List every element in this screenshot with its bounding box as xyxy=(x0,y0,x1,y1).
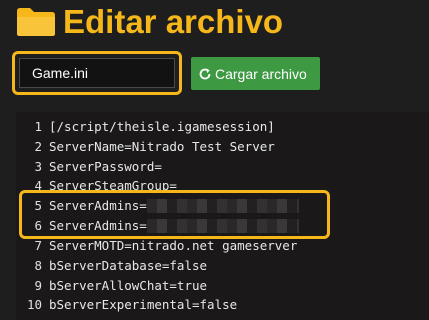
line-text: [/script/theisle.igamesession] xyxy=(49,119,275,134)
line-text: ServerAdmins= xyxy=(49,218,147,233)
line-text: ServerMOTD=nitrado.net gameserver xyxy=(49,238,298,253)
code-line: 1 [/script/theisle.igamesession] xyxy=(16,117,429,137)
code-line: 4 ServerSteamGroup= xyxy=(16,176,429,196)
page-title: Editar archivo xyxy=(63,3,284,40)
line-number: 8 xyxy=(34,258,42,273)
line-number: 9 xyxy=(34,278,42,293)
code-line: 7 ServerMOTD=nitrado.net gameserver xyxy=(16,236,429,256)
code-line: 3 ServerPassword= xyxy=(16,157,429,177)
file-name-input[interactable] xyxy=(19,58,175,88)
folder-icon xyxy=(17,8,55,36)
line-number: 2 xyxy=(34,139,42,154)
code-line: 9 bServerAllowChat=true xyxy=(16,276,429,296)
line-number: 3 xyxy=(34,159,42,174)
line-text: ServerAdmins= xyxy=(49,198,147,213)
refresh-icon xyxy=(199,68,211,79)
line-number: 5 xyxy=(34,198,42,213)
code-line: 5 ServerAdmins= xyxy=(16,196,429,216)
load-file-button[interactable]: Cargar archivo xyxy=(191,57,320,90)
line-number: 1 xyxy=(34,119,42,134)
line-number: 10 xyxy=(26,297,42,312)
line-text: bServerExperimental=false xyxy=(49,297,238,312)
page-header: Editar archivo xyxy=(0,0,429,48)
line-text: bServerAllowChat=true xyxy=(49,278,208,293)
line-text: bServerDatabase=false xyxy=(49,258,208,273)
code-line: 2 ServerName=Nitrado Test Server xyxy=(16,137,429,157)
code-line: 10 bServerExperimental=false xyxy=(16,295,429,315)
line-number: 7 xyxy=(34,238,42,253)
code-editor[interactable]: 1 [/script/theisle.igamesession] 2 Serve… xyxy=(16,112,429,320)
load-file-label: Cargar archivo xyxy=(215,65,307,82)
redacted-value xyxy=(147,219,299,233)
line-number: 4 xyxy=(34,178,42,193)
line-text: ServerPassword= xyxy=(49,159,162,174)
file-input-highlight xyxy=(12,51,182,95)
redacted-value xyxy=(147,199,299,213)
line-number: 6 xyxy=(34,218,42,233)
line-text: ServerName=Nitrado Test Server xyxy=(49,139,275,154)
line-text: ServerSteamGroup= xyxy=(49,178,177,193)
code-line: 8 bServerDatabase=false xyxy=(16,256,429,276)
code-line: 6 ServerAdmins= xyxy=(16,216,429,236)
